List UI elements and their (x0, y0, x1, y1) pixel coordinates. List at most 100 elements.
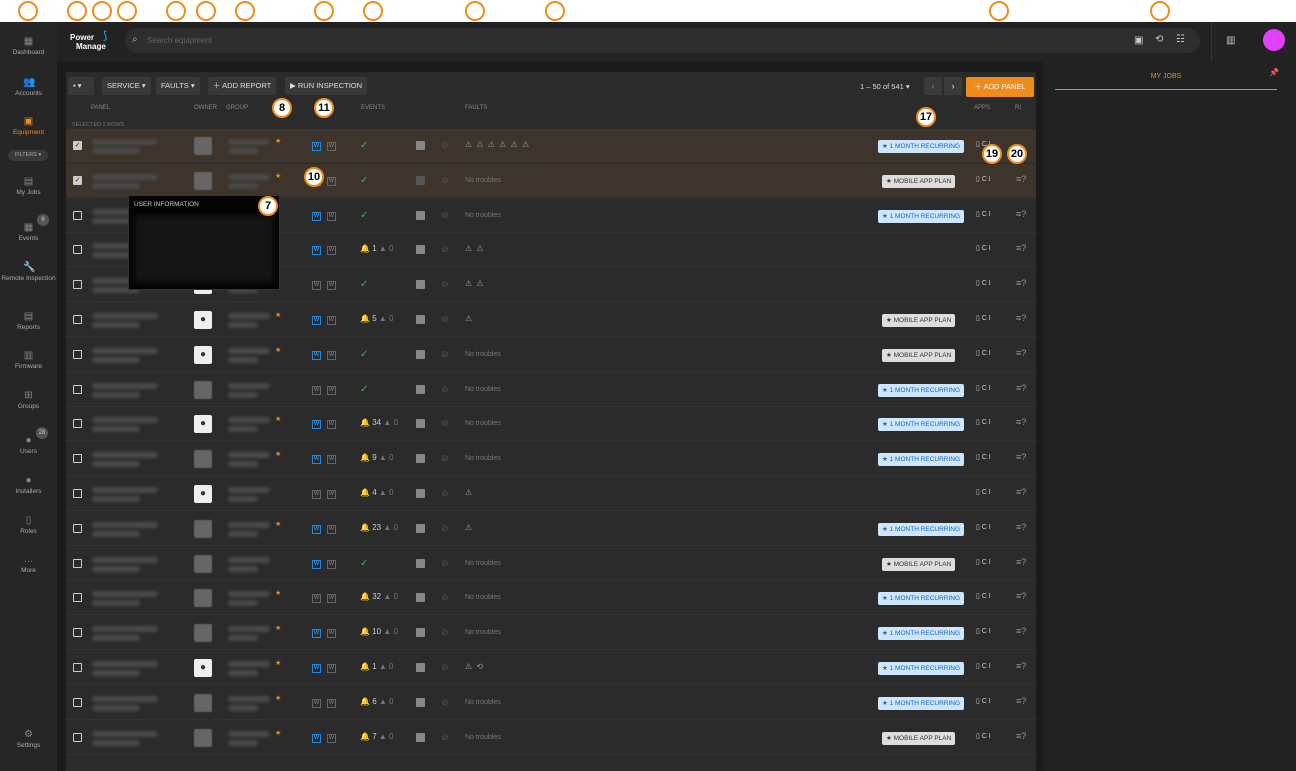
plan-badge[interactable]: ★ MOBILE APP PLAN (882, 731, 956, 745)
search-bar[interactable]: ⌕ Search equipment ▣ ⟲ ☷ (125, 28, 1200, 53)
apps-cell[interactable]: ▯ C I (976, 349, 991, 357)
sidebar-item-my-jobs[interactable]: ▤ My Jobs (0, 176, 57, 196)
filter-sliders-icon[interactable]: ☷ (1176, 34, 1185, 45)
panel-name-redacted[interactable] (92, 347, 158, 354)
owner-person-icon[interactable]: ● (194, 659, 212, 677)
add-report-button[interactable]: ＋ ADD REPORT (208, 77, 277, 95)
calendar-icon[interactable] (416, 315, 425, 324)
plan-badge[interactable]: ★ 1 MONTH RECURRING (878, 383, 965, 397)
panel-name-redacted[interactable] (92, 173, 158, 180)
faults-dropdown[interactable]: FAULTS ▾ (156, 77, 200, 95)
table-row[interactable]: ● W W 🔔 4 ▲ 0 ⊘ ⚠ ▯ C I ≡? (66, 477, 1036, 511)
row-checkbox[interactable] (73, 419, 82, 429)
row-checkbox[interactable] (73, 628, 82, 638)
table-row[interactable]: ★ W W 🔔 6 ▲ 0 ⊘ No troubles ★ 1 MONTH RECURRIN… (66, 686, 1036, 720)
panel-name-redacted[interactable] (92, 556, 158, 563)
panel-name-redacted[interactable] (92, 521, 158, 528)
owner-avatar[interactable] (194, 519, 212, 538)
calendar-icon[interactable] (416, 175, 425, 185)
panel-name-redacted[interactable] (92, 452, 158, 459)
row-checkbox[interactable] (73, 280, 82, 290)
table-row[interactable]: ● ★ W W 🔔 5 ▲ 0 ⊘ ⚠ ★ MOBILE APP PLAN ▯ C I ≡? (66, 303, 1036, 337)
col-panel[interactable]: PANEL (91, 105, 110, 111)
panel-name-redacted[interactable] (92, 139, 158, 145)
row-checkbox[interactable] (73, 349, 82, 359)
apps-cell[interactable]: ▯ C I (976, 697, 991, 705)
owner-avatar[interactable] (194, 450, 212, 469)
owner-person-icon[interactable]: ● (194, 345, 212, 364)
tab-my-jobs[interactable]: MY JOBS (1055, 72, 1277, 90)
row-checkbox[interactable] (73, 315, 82, 324)
ri-icon[interactable]: ≡? (1016, 487, 1026, 497)
row-checkbox[interactable]: ✓ (73, 141, 82, 150)
calendar-icon[interactable] (416, 663, 425, 672)
sidebar-item-users[interactable]: ● Users (0, 435, 57, 455)
calendar-icon[interactable] (416, 141, 425, 150)
history-icon[interactable]: ⟲ (1155, 34, 1163, 45)
row-checkbox[interactable]: ✓ (73, 175, 82, 185)
sidebar-item-events[interactable]: ▦ Events (0, 222, 57, 242)
table-row[interactable]: ★ W W 🔔 23 ▲ 0 ⊘ ⚠ ★ 1 MONTH RECURRING ▯ C I ≡? (66, 512, 1036, 546)
col-ri[interactable]: RI (1015, 105, 1021, 111)
sidebar-item-dashboard[interactable]: ▦ Dashboard (0, 36, 57, 56)
table-row[interactable]: ★ W W 🔔 9 ▲ 0 ⊘ No troubles ★ 1 MONTH RECURRIN… (66, 442, 1036, 477)
search-input[interactable]: Search equipment (147, 36, 212, 45)
owner-avatar[interactable] (194, 554, 212, 573)
panel-name-redacted[interactable] (92, 487, 158, 493)
plan-badge[interactable]: ★ 1 MONTH RECURRING (878, 209, 965, 223)
apps-cell[interactable]: ▯ C I (976, 732, 991, 740)
table-row[interactable]: W W ✓ ⊘ No troubles ★ 1 MONTH RECURRING ▯ C I ≡… (66, 373, 1036, 407)
table-row[interactable]: ✓★WW✓⊘⚠ ⚠ ⚠ ⚠ ⚠ ⚠★ 1 MONTH RECURRING▯ C … (66, 129, 1036, 163)
calendar-icon[interactable] (416, 384, 425, 394)
ri-icon[interactable]: ≡? (1016, 452, 1026, 462)
owner-avatar[interactable] (194, 693, 212, 712)
sidebar-item-accounts[interactable]: 👥 Accounts (0, 77, 57, 97)
calendar-icon[interactable] (416, 280, 425, 290)
apps-cell[interactable]: ▯ C I (976, 558, 991, 566)
row-checkbox[interactable] (73, 384, 82, 394)
apps-cell[interactable]: ▯ C I (976, 210, 991, 218)
ri-icon[interactable]: ≡? (1016, 696, 1026, 706)
save-icon[interactable]: ▣ (1134, 35, 1143, 46)
next-page-button[interactable]: › (944, 77, 962, 95)
apps-cell[interactable]: ▯ C I (976, 279, 991, 287)
ri-icon[interactable]: ≡? (1016, 626, 1026, 636)
row-checkbox[interactable] (73, 245, 82, 255)
panel-name-redacted[interactable] (92, 695, 158, 702)
table-row[interactable]: ★ W W 🔔 7 ▲ 0 ⊘ No troubles ★ MOBILE APP PLAN ▯… (66, 721, 1036, 755)
owner-avatar[interactable] (194, 171, 212, 190)
owner-person-icon[interactable]: ● (194, 311, 212, 329)
panel-name-redacted[interactable] (92, 417, 158, 424)
panel-name-redacted[interactable] (92, 626, 158, 633)
calendar-icon[interactable] (416, 558, 425, 568)
row-checkbox[interactable] (73, 523, 82, 533)
select-all-dropdown[interactable]: ▪ ▾ (68, 77, 94, 95)
panel-name-redacted[interactable] (92, 382, 158, 389)
row-checkbox[interactable] (73, 558, 82, 568)
calendar-icon[interactable] (416, 419, 425, 429)
table-row[interactable]: ● ★ W W ✓ ⊘ No troubles ★ MOBILE APP PLAN ▯ C I ≡… (66, 338, 1036, 372)
plan-badge[interactable]: ★ MOBILE APP PLAN (882, 174, 956, 188)
owner-avatar[interactable] (194, 624, 212, 643)
table-row[interactable]: W W ✓ ⊘ No troubles ★ MOBILE APP PLAN ▯ C I ≡? (66, 547, 1036, 581)
app-logo[interactable]: Power Manage (70, 33, 106, 51)
ri-icon[interactable]: ≡? (1016, 661, 1026, 671)
ri-icon[interactable]: ≡? (1016, 243, 1026, 253)
col-faults[interactable]: FAULTS (465, 105, 487, 111)
sidebar-item-reports[interactable]: ▤ Reports (0, 311, 57, 331)
ri-icon[interactable]: ≡? (1016, 348, 1026, 358)
row-checkbox[interactable] (73, 593, 82, 603)
calendar-icon[interactable] (416, 593, 425, 603)
plan-badge[interactable]: ★ 1 MONTH RECURRING (878, 627, 965, 641)
sidebar-item-more[interactable]: … More (0, 554, 57, 574)
apps-cell[interactable]: ▯ C I (976, 453, 991, 461)
col-apps[interactable]: APPS (974, 105, 990, 111)
calendar-icon[interactable] (416, 454, 425, 464)
row-checkbox[interactable] (73, 454, 82, 464)
apps-cell[interactable]: ▯ C I (976, 592, 991, 600)
sidebar-item-settings[interactable]: ⚙ Settings (0, 729, 57, 749)
ri-icon[interactable]: ≡? (1016, 522, 1026, 532)
panel-name-redacted[interactable] (92, 661, 158, 667)
apps-cell[interactable]: ▯ C I (976, 627, 991, 635)
apps-cell[interactable]: ▯ C I (976, 523, 991, 531)
